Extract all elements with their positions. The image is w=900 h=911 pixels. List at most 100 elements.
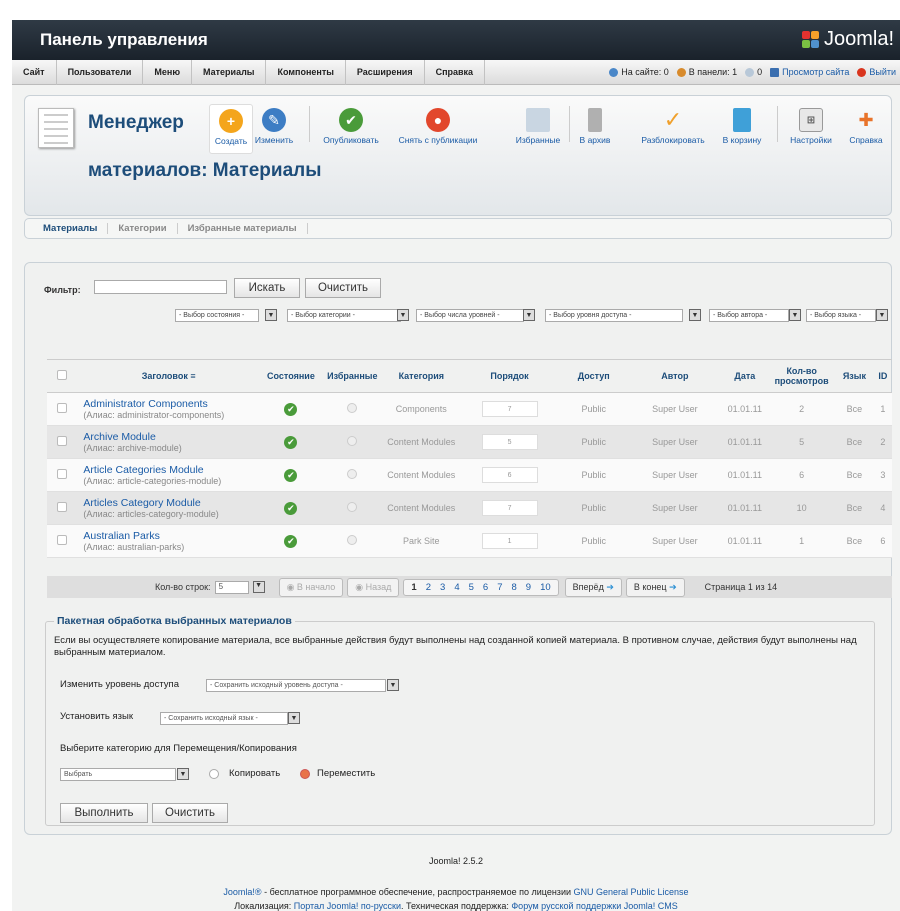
language-select[interactable]: - Выбор языка - xyxy=(806,309,876,322)
select-all[interactable] xyxy=(47,359,78,393)
published-icon[interactable]: ✔ xyxy=(284,468,298,482)
published-icon[interactable]: ✔ xyxy=(284,402,298,416)
batch-language-select[interactable]: - Сохранить исходный язык - xyxy=(160,712,288,725)
chevron-down-icon[interactable]: ▼ xyxy=(789,309,801,321)
process-button[interactable]: Выполнить xyxy=(60,803,148,823)
menu-menus[interactable]: Меню xyxy=(143,59,193,85)
article-title-link[interactable]: Archive Module xyxy=(83,431,260,443)
chevron-down-icon[interactable]: ▼ xyxy=(689,309,701,321)
chevron-down-icon[interactable]: ▼ xyxy=(397,309,409,321)
article-title-link[interactable]: Australian Parks xyxy=(83,530,260,542)
chevron-down-icon[interactable]: ▼ xyxy=(288,712,300,724)
row-checkbox[interactable] xyxy=(57,469,68,479)
author-select[interactable]: - Выбор автора - xyxy=(709,309,789,322)
page-link[interactable]: 4 xyxy=(454,582,459,593)
col-date[interactable]: Дата xyxy=(721,359,769,393)
row-checkbox[interactable] xyxy=(57,403,68,413)
batch-category-select[interactable]: Выбрать xyxy=(60,768,176,781)
row-checkbox[interactable] xyxy=(57,502,68,512)
trash-button[interactable]: В корзину xyxy=(715,104,769,145)
col-id[interactable]: ID xyxy=(873,359,892,393)
forum-link[interactable]: Форум русской поддержки Joomla! CMS xyxy=(511,901,677,911)
page-link[interactable]: 2 xyxy=(426,582,431,593)
menu-content[interactable]: Материалы xyxy=(192,59,267,85)
help-button[interactable]: ✚ Справка xyxy=(841,104,891,146)
page-link[interactable]: 9 xyxy=(526,582,531,593)
chevron-down-icon[interactable]: ▼ xyxy=(387,679,399,691)
copy-radio[interactable] xyxy=(209,769,219,779)
check-in-button[interactable]: ✓ Разблокировать xyxy=(635,104,711,145)
col-category[interactable]: Категория xyxy=(382,359,460,393)
page-link[interactable]: 3 xyxy=(440,582,445,593)
order-input[interactable]: 7 xyxy=(481,500,538,516)
edit-button[interactable]: ✎ Изменить xyxy=(251,104,297,145)
featured-toggle-icon[interactable] xyxy=(347,502,358,512)
unpublish-button[interactable]: ● Снять с публикации xyxy=(391,104,485,145)
featured-toggle-icon[interactable] xyxy=(347,436,358,446)
col-featured[interactable]: Избранные xyxy=(321,359,383,393)
page-next-button[interactable]: Вперёд ➔ xyxy=(564,577,622,597)
page-end-button[interactable]: В конец ➔ xyxy=(625,577,685,597)
rows-per-page-select[interactable]: 5 xyxy=(214,580,249,594)
clear-filter-button[interactable]: Очистить xyxy=(305,278,381,298)
menu-components[interactable]: Компоненты xyxy=(266,59,346,85)
batch-clear-button[interactable]: Очистить xyxy=(152,803,228,823)
page-link[interactable]: 10 xyxy=(540,582,551,593)
publish-button[interactable]: ✔ Опубликовать xyxy=(315,104,387,145)
select-all-checkbox[interactable] xyxy=(57,370,68,380)
archive-button[interactable]: В архив xyxy=(575,104,615,145)
view-site-link[interactable]: Просмотр сайта xyxy=(770,67,849,77)
col-title[interactable]: Заголовок ≡ xyxy=(77,359,260,393)
col-status[interactable]: Состояние xyxy=(260,359,322,393)
tab-articles[interactable]: Материалы xyxy=(43,223,109,234)
access-select[interactable]: - Выбор уровня доступа - xyxy=(545,309,683,322)
page-link[interactable]: 5 xyxy=(469,582,474,593)
row-checkbox[interactable] xyxy=(57,436,68,446)
chevron-down-icon[interactable]: ▼ xyxy=(523,309,535,321)
order-input[interactable]: 5 xyxy=(481,434,538,450)
order-input[interactable]: 7 xyxy=(481,401,538,417)
featured-toggle-icon[interactable] xyxy=(347,535,358,545)
levels-select[interactable]: - Выбор числа уровней - xyxy=(416,309,524,322)
col-order[interactable]: Порядок xyxy=(459,359,560,393)
search-button[interactable]: Искать xyxy=(234,278,300,298)
row-checkbox[interactable] xyxy=(57,535,68,545)
category-select[interactable]: - Выбор категории - xyxy=(287,309,401,322)
move-radio[interactable] xyxy=(300,769,310,779)
menu-help[interactable]: Справка xyxy=(425,59,486,85)
page-link[interactable]: 1 xyxy=(411,582,416,593)
featured-button[interactable]: Избранные xyxy=(513,104,563,145)
menu-site[interactable]: Сайт xyxy=(12,59,57,85)
batch-access-select[interactable]: - Сохранить исходный уровень доступа - xyxy=(206,679,386,692)
article-title-link[interactable]: Administrator Components xyxy=(83,398,260,410)
featured-toggle-icon[interactable] xyxy=(347,403,358,413)
options-button[interactable]: ⊞ Настройки xyxy=(785,104,837,145)
tab-featured[interactable]: Избранные материалы xyxy=(178,223,308,234)
chevron-down-icon[interactable]: ▼ xyxy=(177,768,189,780)
chevron-down-icon[interactable]: ▼ xyxy=(252,581,265,593)
portal-link[interactable]: Портал Joomla! по-русски xyxy=(294,901,401,911)
article-title-link[interactable]: Article Categories Module xyxy=(83,464,260,476)
tab-categories[interactable]: Категории xyxy=(108,223,178,234)
filter-input[interactable] xyxy=(94,280,227,294)
page-link[interactable]: 6 xyxy=(483,582,488,593)
published-icon[interactable]: ✔ xyxy=(284,501,298,515)
state-select[interactable]: - Выбор состояния - xyxy=(175,309,259,322)
new-button[interactable]: + Создать xyxy=(209,104,253,154)
order-input[interactable]: 6 xyxy=(481,467,538,483)
menu-extensions[interactable]: Расширения xyxy=(346,59,425,85)
chevron-down-icon[interactable]: ▼ xyxy=(876,309,888,321)
joomla-link[interactable]: Joomla!® xyxy=(223,887,261,897)
published-icon[interactable]: ✔ xyxy=(284,534,298,548)
messages-status[interactable]: 0 xyxy=(745,67,762,77)
logout-link[interactable]: Выйти xyxy=(857,67,896,77)
article-title-link[interactable]: Articles Category Module xyxy=(83,497,260,509)
col-language[interactable]: Язык xyxy=(835,359,874,393)
order-input[interactable]: 1 xyxy=(481,533,538,549)
col-author[interactable]: Автор xyxy=(628,359,722,393)
featured-toggle-icon[interactable] xyxy=(347,469,358,479)
chevron-down-icon[interactable]: ▼ xyxy=(265,309,277,321)
published-icon[interactable]: ✔ xyxy=(284,435,298,449)
col-access[interactable]: Доступ xyxy=(559,359,629,393)
page-link[interactable]: 8 xyxy=(512,582,517,593)
